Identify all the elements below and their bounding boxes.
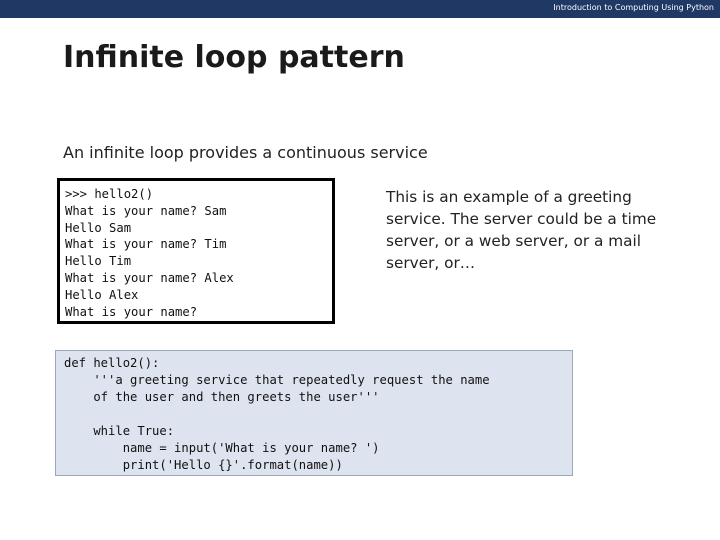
terminal-output-box: >>> hello2() What is your name? Sam Hell… [57, 178, 335, 324]
terminal-line: >>> hello2() [65, 187, 154, 201]
terminal-line: What is your name? Sam [65, 203, 227, 218]
code-lines: def hello2(): '''a greeting service that… [64, 355, 490, 474]
code-line: def hello2(): [64, 356, 160, 370]
terminal-line: Hello Tim [65, 254, 132, 269]
description-text: This is an example of a greeting service… [386, 186, 686, 274]
code-line: '''a greeting service that repeatedly re… [64, 373, 490, 387]
terminal-line: What is your name? [65, 304, 198, 319]
terminal-line: Hello Alex [65, 287, 139, 302]
code-line: name = input('What is your name? ') [64, 441, 380, 455]
header-bar: Introduction to Computing Using Python [0, 0, 720, 18]
code-line: while True: [64, 424, 175, 438]
code-line: print('Hello {}'.format(name)) [64, 458, 343, 472]
terminal-output-lines: >>> hello2() What is your name? Sam Hell… [65, 186, 234, 320]
code-line: of the user and then greets the user''' [64, 390, 380, 404]
description-line: service. The server could be a time [386, 210, 657, 228]
slide-title: Infinite loop pattern [63, 40, 405, 75]
description-line: server, or… [386, 254, 476, 272]
description-line: This is an example of a greeting [386, 188, 632, 206]
course-title: Introduction to Computing Using Python [553, 3, 714, 12]
description-line: server, or a web server, or a mail [386, 232, 642, 250]
terminal-line: Hello Sam [65, 220, 132, 235]
code-block: def hello2(): '''a greeting service that… [55, 350, 573, 476]
terminal-line: What is your name? Tim [65, 237, 227, 252]
slide-subtitle: An infinite loop provides a continuous s… [63, 143, 428, 162]
terminal-line: What is your name? Alex [65, 270, 234, 285]
